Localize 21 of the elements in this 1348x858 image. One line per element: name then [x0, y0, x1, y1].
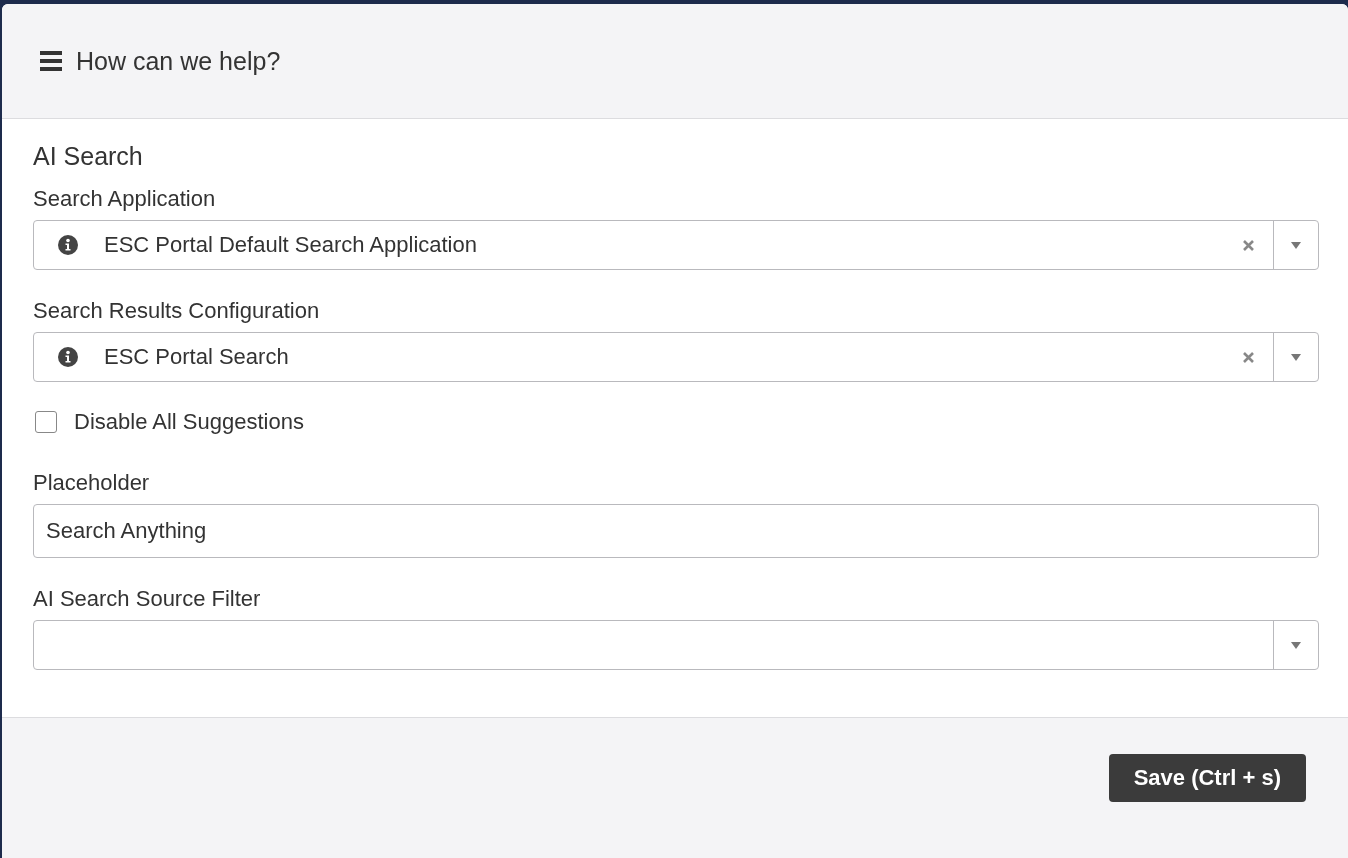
section-title: AI Search [33, 141, 144, 171]
caret-icon [1291, 241, 1301, 249]
checkbox[interactable] [35, 411, 57, 433]
field-label: Placeholder [33, 469, 151, 497]
clear-icon[interactable] [1242, 239, 1254, 251]
field-label: Search Results Configuration [33, 297, 321, 325]
menu-icon [40, 51, 62, 71]
clear-icon[interactable] [1242, 351, 1254, 363]
info-icon [58, 347, 78, 367]
select-field[interactable] [33, 620, 1319, 670]
select-field[interactable]: ESC Portal Search [33, 332, 1319, 382]
info-icon [58, 235, 78, 255]
field-label: Search Application [33, 185, 217, 213]
select-field[interactable]: ESC Portal Default Search Application [33, 220, 1319, 270]
dialog-title: How can we help? [76, 46, 281, 76]
caret-icon [1291, 641, 1301, 649]
caret-icon [1291, 353, 1301, 361]
field-label: AI Search Source Filter [33, 585, 262, 613]
input-field[interactable]: Search Anything [33, 504, 1319, 558]
save-button[interactable]: Save (Ctrl + s) [1108, 754, 1306, 802]
checkbox-label: Disable All Suggestions [74, 408, 304, 436]
